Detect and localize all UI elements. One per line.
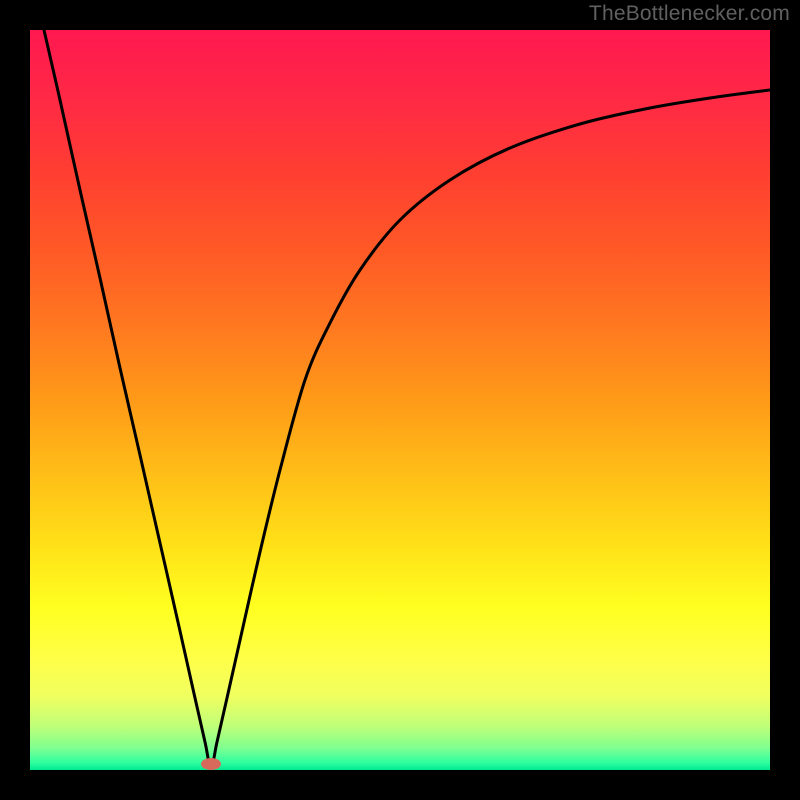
chart-container: TheBottlenecker.com xyxy=(0,0,800,800)
optimal-marker xyxy=(201,758,221,770)
chart-svg xyxy=(30,30,770,770)
source-attribution: TheBottlenecker.com xyxy=(589,2,790,26)
plot-area xyxy=(30,30,770,770)
gradient-background xyxy=(30,30,770,770)
